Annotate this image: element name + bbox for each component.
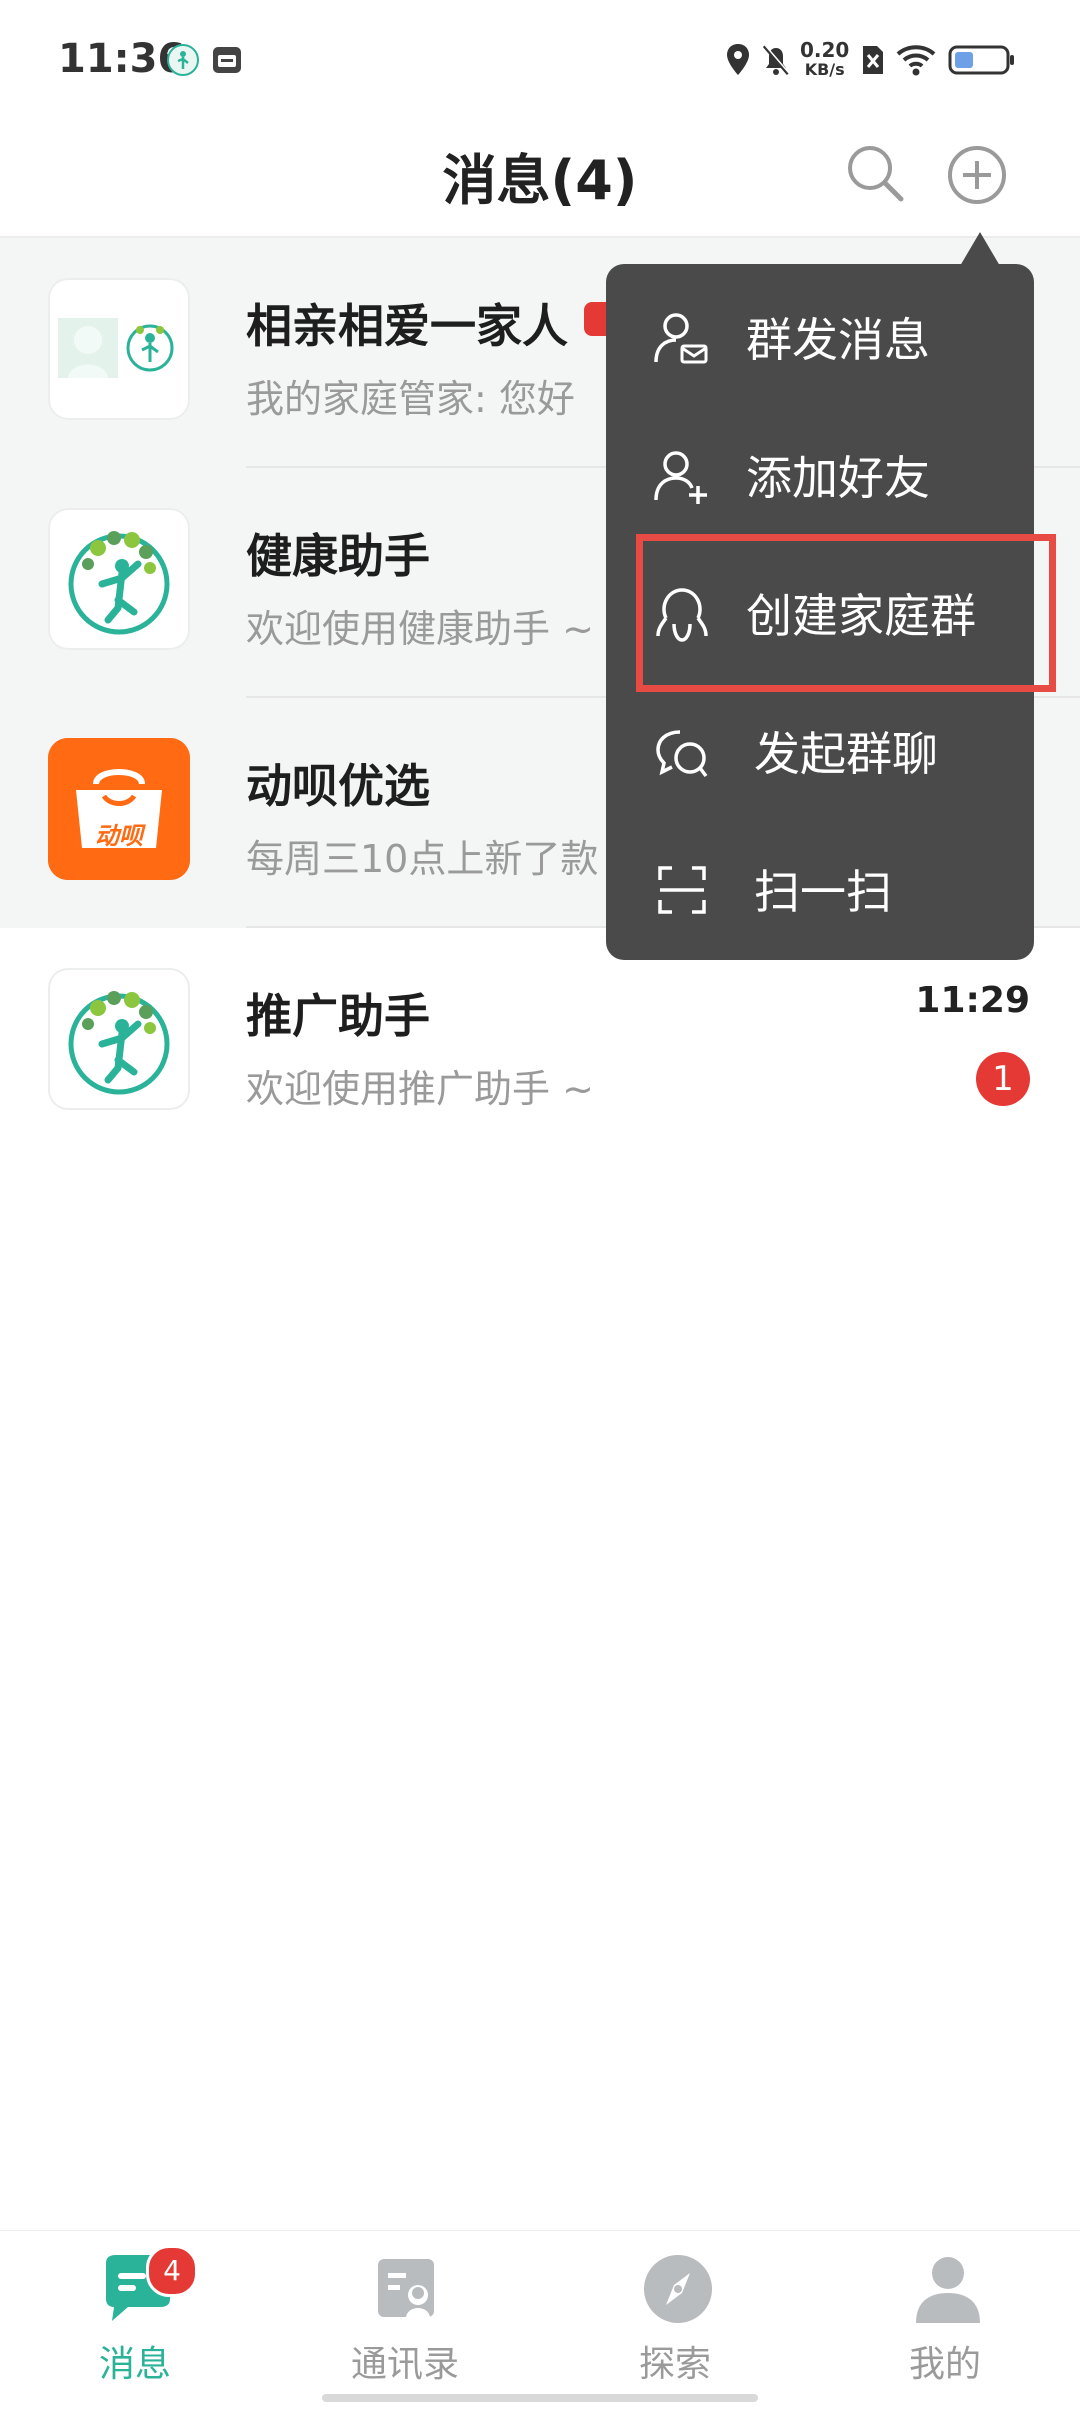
conversation-row[interactable]: 推广助手 11:29 欢迎使用推广助手 ~ 1 bbox=[0, 928, 1080, 1158]
menu-label: 添加好友 bbox=[746, 451, 930, 505]
compass-icon bbox=[644, 2255, 712, 2323]
conversation-preview: 欢迎使用推广助手 ~ bbox=[246, 1067, 594, 1111]
conversation-name: 健康助手 bbox=[246, 529, 430, 583]
tab-label: 消息 bbox=[98, 2344, 171, 2385]
menu-item-scan[interactable]: 扫一扫 bbox=[606, 816, 1034, 954]
mute-bell-icon bbox=[762, 44, 790, 75]
tab-profile[interactable]: 我的 bbox=[810, 2231, 1080, 2409]
tab-messages[interactable]: 4 消息 bbox=[0, 2231, 270, 2409]
tab-badge: 4 bbox=[146, 2245, 198, 2297]
app-notification-icon bbox=[167, 44, 199, 76]
group-tag-icon bbox=[584, 302, 606, 336]
menu-item-group-chat[interactable]: 发起群聊 bbox=[606, 678, 1034, 816]
tab-contacts[interactable]: 通讯录 bbox=[270, 2231, 540, 2409]
menu-item-broadcast[interactable]: 群发消息 bbox=[606, 264, 1034, 402]
conversation-name: 相亲相爱一家人 bbox=[246, 299, 568, 353]
menu-item-add-friend[interactable]: 添加好友 bbox=[606, 402, 1034, 540]
tab-label: 我的 bbox=[908, 2344, 981, 2385]
calendar-notification-icon bbox=[213, 47, 241, 73]
menu-label: 群发消息 bbox=[746, 313, 930, 367]
wifi-icon bbox=[896, 45, 936, 76]
profile-icon bbox=[916, 2257, 980, 2323]
conversation-name: 动呗优选 bbox=[246, 759, 430, 813]
tab-label: 探索 bbox=[638, 2344, 711, 2385]
conversation-preview: 欢迎使用健康助手 ~ bbox=[246, 607, 594, 651]
scan-icon bbox=[658, 866, 706, 914]
net-speed-unit: KB/s bbox=[804, 60, 845, 79]
net-speed-value: 0.20 bbox=[800, 38, 850, 62]
location-icon bbox=[727, 44, 749, 75]
add-friend-icon bbox=[654, 451, 707, 504]
unread-badge: 1 bbox=[976, 1052, 1030, 1106]
health-assistant-avatar bbox=[48, 508, 190, 650]
menu-label: 发起群聊 bbox=[754, 727, 938, 781]
conversation-preview: 我的家庭管家: 您好 bbox=[246, 377, 575, 421]
promotion-assistant-avatar bbox=[48, 968, 190, 1110]
plus-circle-icon[interactable] bbox=[946, 144, 1008, 206]
status-bar: 11:36 0.20 KB/s bbox=[0, 0, 1080, 130]
tab-explore[interactable]: 探索 bbox=[540, 2231, 810, 2409]
conversation-preview: 每周三10点上新了款 bbox=[246, 837, 599, 881]
store-logo-text: 动呗 bbox=[95, 822, 143, 850]
dongbei-store-avatar: 动呗 bbox=[48, 738, 190, 880]
highlight-box bbox=[636, 534, 1056, 692]
bottom-tab-bar: 4 消息 通讯录 探索 我的 bbox=[0, 2230, 1080, 2409]
search-icon[interactable] bbox=[844, 142, 906, 204]
no-sim-icon bbox=[863, 46, 883, 74]
family-group-avatar bbox=[48, 278, 190, 420]
contacts-icon bbox=[378, 2259, 434, 2317]
menu-label: 扫一扫 bbox=[754, 865, 892, 919]
network-speed: 0.20 KB/s bbox=[800, 40, 849, 80]
broadcast-user-icon bbox=[654, 313, 708, 364]
battery-icon bbox=[948, 45, 1014, 75]
tab-label: 通讯录 bbox=[350, 2344, 459, 2385]
popup-arrow bbox=[960, 232, 1000, 266]
conversation-time: 11:29 bbox=[915, 980, 1030, 1021]
group-chat-icon bbox=[656, 730, 708, 778]
page-title: 消息(4) bbox=[442, 149, 638, 212]
home-indicator[interactable] bbox=[322, 2394, 758, 2402]
conversation-name: 推广助手 bbox=[246, 989, 430, 1043]
